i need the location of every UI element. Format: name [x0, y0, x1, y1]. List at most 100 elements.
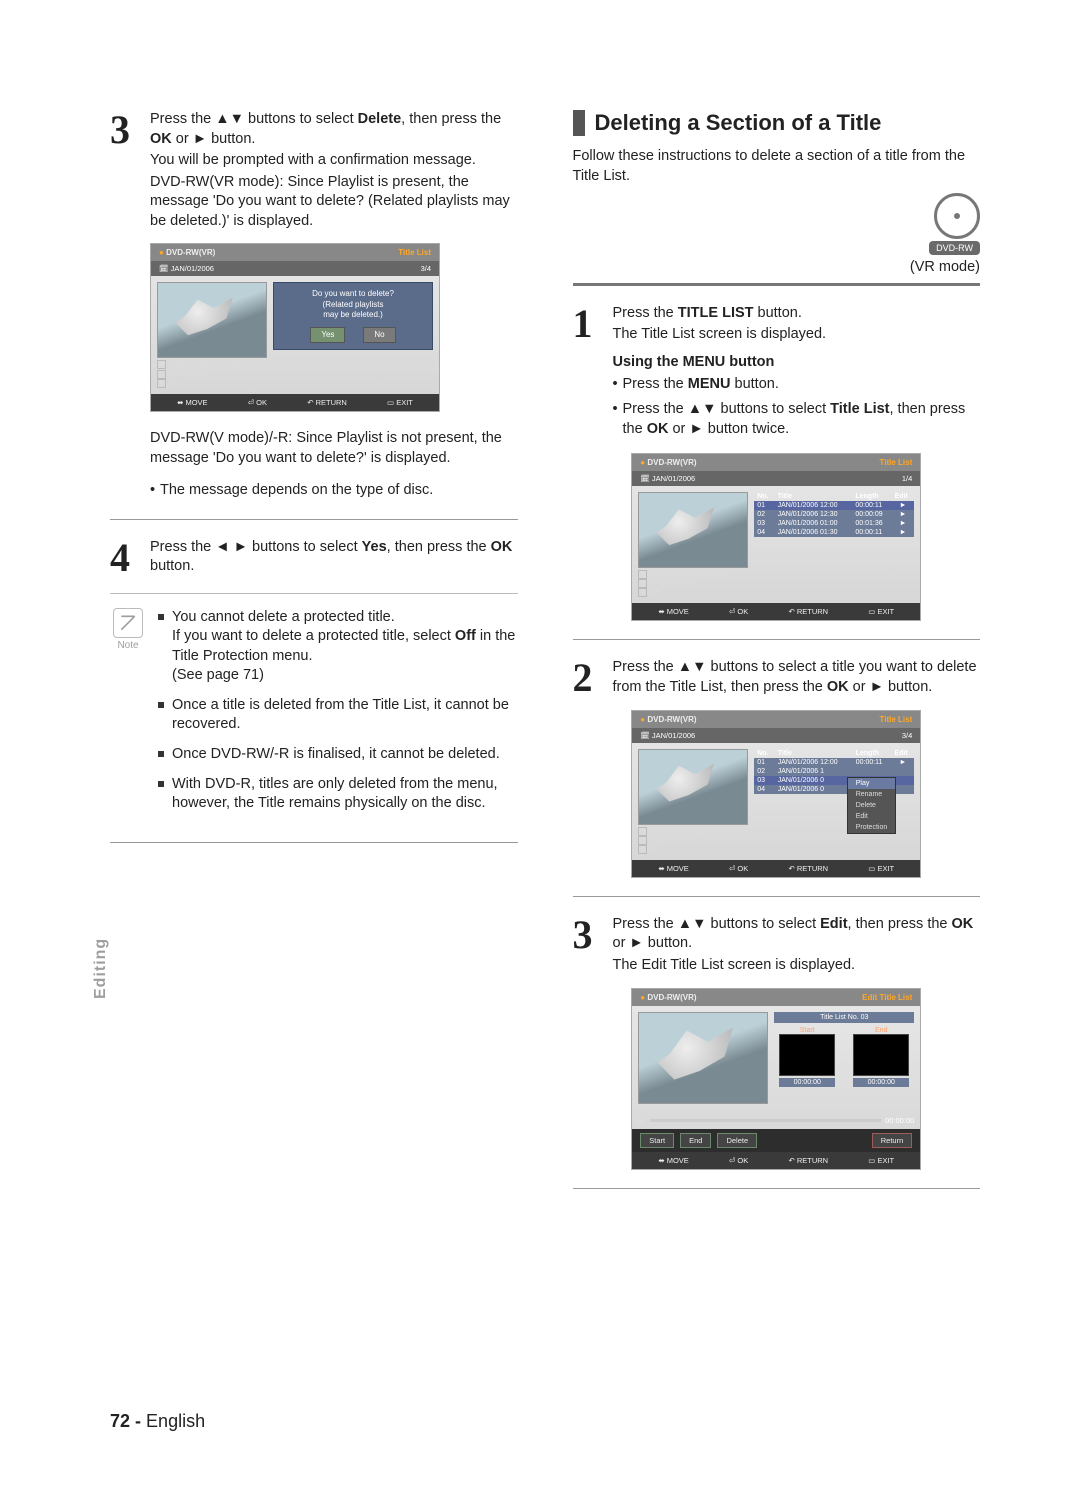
- text: buttons to select: [244, 111, 358, 127]
- total-time: 00:00:00: [885, 1116, 914, 1125]
- disc-badge: DVD-RW: [573, 193, 981, 255]
- text: or: [172, 131, 193, 147]
- step-number: 3: [110, 114, 140, 233]
- step-3-right: 3 Press the ▲▼ buttons to select Edit, t…: [573, 915, 981, 978]
- text: DVD-RW(VR mode): Since Playlist is prese…: [150, 173, 518, 232]
- meta: XP: [169, 379, 178, 388]
- end-preview: [853, 1034, 909, 1076]
- bullet-icon: [158, 614, 164, 620]
- bullet-icon: [158, 702, 164, 708]
- panel-title: Title List No. 03: [774, 1012, 914, 1023]
- note-icon: [113, 608, 143, 638]
- confirm-dialog: Do you want to delete? (Related playlist…: [273, 282, 433, 350]
- note-item: Once DVD-RW/-R is finalised, it cannot b…: [158, 745, 518, 765]
- table-row[interactable]: 02JAN/01/2006 12:3000:00:09►: [754, 510, 914, 519]
- note-block: Note You cannot delete a protected title…: [110, 608, 518, 824]
- start-time: 00:00:00: [779, 1078, 835, 1087]
- text: ,: [401, 111, 405, 127]
- table-row[interactable]: 03JAN/01/2006 01:0000:01:36►: [754, 519, 914, 528]
- title-table: No.TitleLengthEdit 01JAN/01/2006 12:0000…: [754, 492, 914, 537]
- step-text: Press the ◄ ► buttons to select Yes, the…: [150, 538, 518, 579]
- note-label: Note: [117, 640, 138, 651]
- osd-title-list: ● DVD-RW(VR) Title List 🗓 JAN/01/2006 1/…: [631, 453, 921, 621]
- hint-move: MOVE: [185, 398, 207, 407]
- menu-item-play[interactable]: Play: [848, 778, 896, 789]
- dialog-text: may be deleted.): [280, 310, 426, 320]
- hint-ok: OK: [256, 398, 267, 407]
- text: then press the: [409, 111, 501, 127]
- context-menu: Play Rename Delete Edit Protection: [847, 777, 897, 834]
- start-label: Start: [779, 1027, 835, 1034]
- text: Delete: [358, 111, 402, 127]
- dialog-text: Do you want to delete?: [280, 289, 426, 299]
- play-icon: ▶: [638, 1116, 646, 1124]
- table-row[interactable]: 02JAN/01/2006 1: [754, 767, 914, 776]
- intro-text: Follow these instructions to delete a se…: [573, 146, 981, 187]
- osd-title-list-context: ● DVD-RW(VR) Title List 🗓 JAN/01/2006 3/…: [631, 710, 921, 878]
- table-row[interactable]: 01JAN/01/2006 12:0000:00:11►: [754, 501, 914, 510]
- thumbnail: [638, 749, 748, 825]
- bullet-icon: [158, 751, 164, 757]
- note-item: You cannot delete a protected title. If …: [158, 608, 518, 686]
- meta: JAN/01/2006: [169, 369, 209, 378]
- step-1: 1 Press the TITLE LIST button. The Title…: [573, 304, 981, 444]
- osd-title: DVD-RW(VR): [166, 248, 215, 257]
- text: button.: [207, 131, 255, 147]
- yes-button[interactable]: Yes: [310, 327, 345, 343]
- note-item: Once a title is deleted from the Title L…: [158, 696, 518, 735]
- text: You will be prompted with a confirmation…: [150, 151, 518, 171]
- thumbnail: [157, 282, 267, 358]
- end-time: 00:00:00: [853, 1078, 909, 1087]
- step-3: 3 Press the ▲▼ buttons to select Delete,…: [110, 110, 518, 233]
- left-column: 3 Press the ▲▼ buttons to select Delete,…: [110, 110, 518, 1207]
- disc-label: DVD-RW: [929, 241, 980, 255]
- no-button[interactable]: No: [363, 327, 395, 343]
- section-heading: Deleting a Section of a Title: [573, 110, 981, 136]
- menu-item-rename[interactable]: Rename: [848, 789, 896, 800]
- bullet: The message depends on the type of disc.: [150, 480, 518, 500]
- thumbnail: [638, 1012, 768, 1104]
- osd-edit-title-list: ● DVD-RW(VR) Edit Title List Title List …: [631, 988, 921, 1170]
- step-number: 1: [573, 308, 603, 444]
- text: OK: [150, 131, 172, 147]
- step-number: 4: [110, 542, 140, 579]
- heading-text: Deleting a Section of a Title: [595, 110, 882, 136]
- dialog-text: (Related playlists: [280, 300, 426, 310]
- step-text: Press the ▲▼ buttons to select Delete, t…: [150, 110, 518, 233]
- osd-footer: ⬌ MOVE ⏎ OK ↶ RETURN ▭ EXIT: [151, 394, 439, 411]
- note-item: With DVD-R, titles are only deleted from…: [158, 775, 518, 814]
- step-number: 2: [573, 662, 603, 699]
- menu-item-protection[interactable]: Protection: [848, 822, 896, 833]
- timeline: ▶ 00:00:00: [632, 1116, 920, 1129]
- hint-return: RETURN: [316, 398, 347, 407]
- end-label: End: [853, 1027, 909, 1034]
- section-tab: Editing: [92, 938, 110, 1005]
- subheading: Using the MENU button: [613, 353, 981, 373]
- osd-page-indicator: 3/4: [421, 264, 431, 273]
- disc-icon: [934, 193, 980, 239]
- menu-item-delete[interactable]: Delete: [848, 800, 896, 811]
- edit-delete-button[interactable]: Delete: [717, 1133, 757, 1148]
- osd-delete-confirm: ● DVD-RW(VR) Title List 🗓 JAN/01/2006 3/…: [150, 243, 440, 411]
- thumbnail: [638, 492, 748, 568]
- page-language: English: [146, 1411, 205, 1431]
- hint-exit: EXIT: [396, 398, 413, 407]
- osd-screen-name: Title List: [398, 248, 431, 257]
- edit-end-button[interactable]: End: [680, 1133, 711, 1148]
- edit-return-button[interactable]: Return: [872, 1133, 913, 1148]
- table-row[interactable]: 04JAN/01/2006 01:3000:00:11►: [754, 528, 914, 537]
- osd-date: JAN/01/2006: [171, 264, 214, 273]
- table-row[interactable]: 01JAN/01/2006 12:0000:00:11►: [754, 758, 914, 767]
- menu-item-edit[interactable]: Edit: [848, 811, 896, 822]
- meta: JAN/01/2006 01:00 PR1: [169, 360, 245, 369]
- text: Press the: [150, 111, 215, 127]
- step-4: 4 Press the ◄ ► buttons to select Yes, t…: [110, 538, 518, 579]
- edit-start-button[interactable]: Start: [640, 1133, 674, 1148]
- page-number: 72 -: [110, 1411, 141, 1431]
- mode-label: (VR mode): [573, 259, 981, 275]
- page-footer: 72 - English: [110, 1411, 205, 1432]
- progress-bar[interactable]: [650, 1119, 881, 1122]
- start-preview: [779, 1034, 835, 1076]
- text: DVD-RW(V mode)/-R: Since Playlist is not…: [150, 428, 518, 469]
- bullet-icon: [158, 781, 164, 787]
